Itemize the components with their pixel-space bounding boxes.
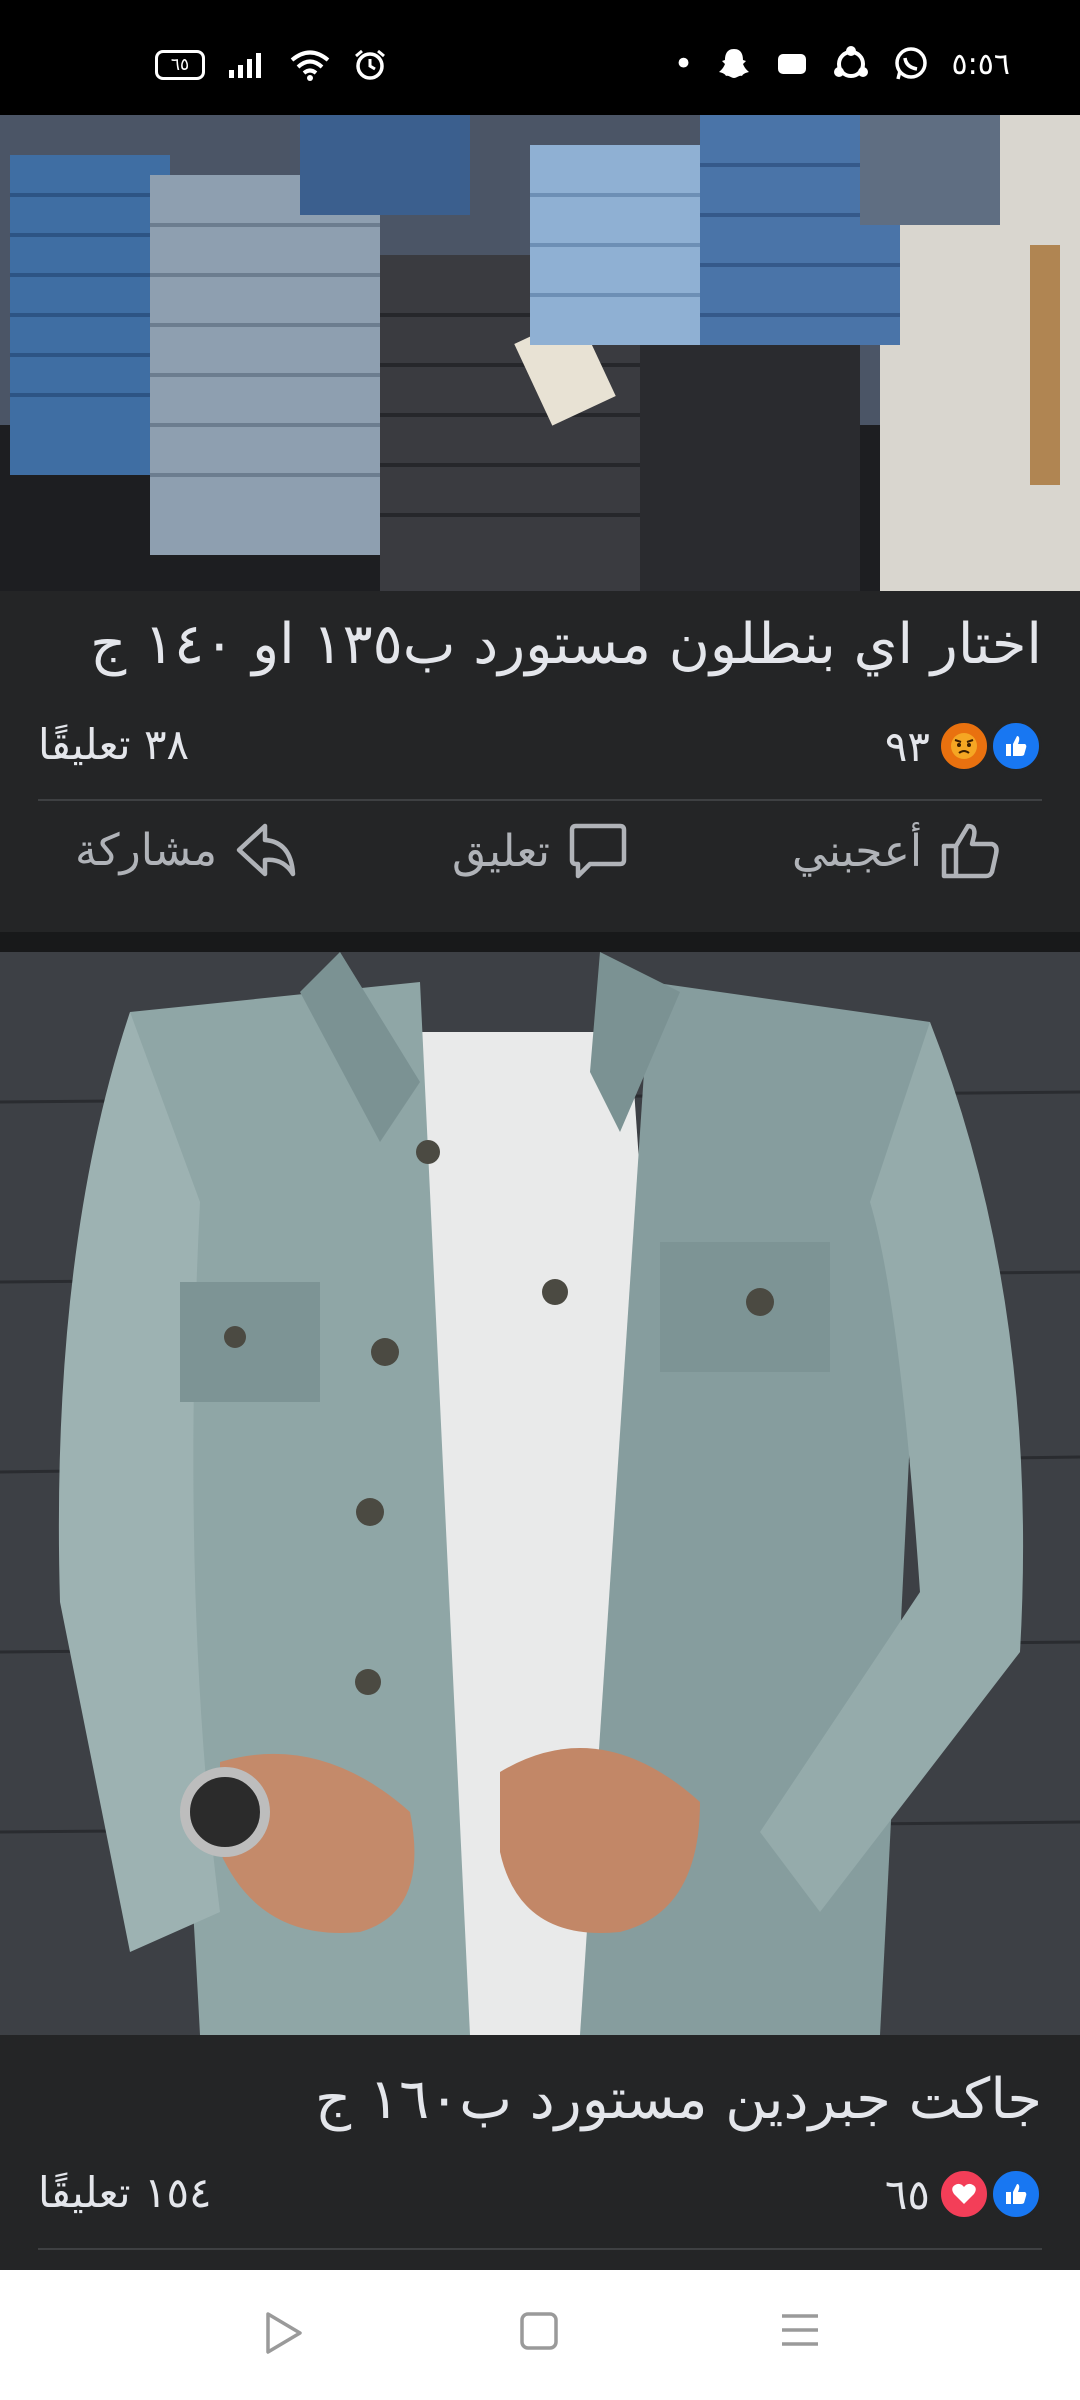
post-image-jacket[interactable]: [0, 952, 1080, 2035]
reaction-count[interactable]: ٩٣: [885, 722, 930, 771]
share-label: مشاركة: [75, 824, 218, 876]
system-nav-bar: [0, 2270, 1080, 2400]
post-separator: [0, 932, 1080, 952]
hub-icon: [833, 46, 868, 78]
comment-icon: [569, 823, 627, 879]
battery-level: ٦٥: [170, 55, 190, 75]
reaction-count[interactable]: ٦٥: [885, 2170, 930, 2219]
reactions-row[interactable]: ١٥٤ تعليقًا ٦٥: [38, 2168, 1042, 2228]
whatsapp-icon: [894, 47, 927, 80]
alarm-icon: [355, 49, 385, 80]
comment-label: تعليق: [452, 825, 551, 877]
comments-count[interactable]: ١٥٤ تعليقًا: [38, 2168, 212, 2217]
like-button[interactable]: أعجبني: [792, 822, 1002, 880]
back-button[interactable]: [262, 2310, 306, 2360]
home-icon: [520, 2312, 558, 2350]
jeans-stacks-illustration: [0, 115, 1080, 591]
status-bar: ٦٥ • ٥:٥٦: [0, 0, 1080, 115]
wifi-icon: [290, 50, 330, 81]
back-icon: [266, 2312, 302, 2354]
post-actions: مشاركة تعليق أعجبني: [0, 822, 1080, 912]
share-button[interactable]: مشاركة: [75, 822, 297, 878]
post-caption: جاكت جبردين مستورد ب١٦٠ ج: [315, 2067, 1042, 2132]
recents-button[interactable]: [778, 2310, 822, 2354]
snapchat-icon: [718, 49, 749, 78]
love-icon: [938, 2168, 990, 2220]
comments-count[interactable]: ٣٨ تعليقًا: [38, 720, 189, 769]
divider: [38, 2248, 1042, 2250]
divider: [38, 799, 1042, 801]
post-image-jeans[interactable]: [0, 115, 1080, 591]
notification-dot: •: [673, 44, 694, 84]
home-button[interactable]: [518, 2310, 560, 2356]
battery-icon: ٦٥: [155, 50, 205, 80]
messenger-kids-icon: [777, 54, 806, 74]
signal-icon: [229, 53, 261, 78]
jacket-illustration: [0, 952, 1080, 2035]
like-icon: [990, 720, 1042, 772]
menu-icon: [782, 2314, 818, 2346]
post-caption: اختار اي بنطلون مستورد ب١٣٥ او ١٤٠ ج: [90, 612, 1042, 677]
reactions-row[interactable]: ٣٨ تعليقًا ٩٣: [38, 720, 1042, 780]
share-icon: [236, 823, 296, 877]
like-icon: [990, 2168, 1042, 2220]
like-label: أعجبني: [792, 825, 923, 877]
clock: ٥:٥٦: [951, 46, 1010, 82]
comment-button[interactable]: تعليق: [452, 822, 628, 880]
thumbs-up-icon: [941, 823, 999, 879]
angry-icon: [938, 720, 990, 772]
